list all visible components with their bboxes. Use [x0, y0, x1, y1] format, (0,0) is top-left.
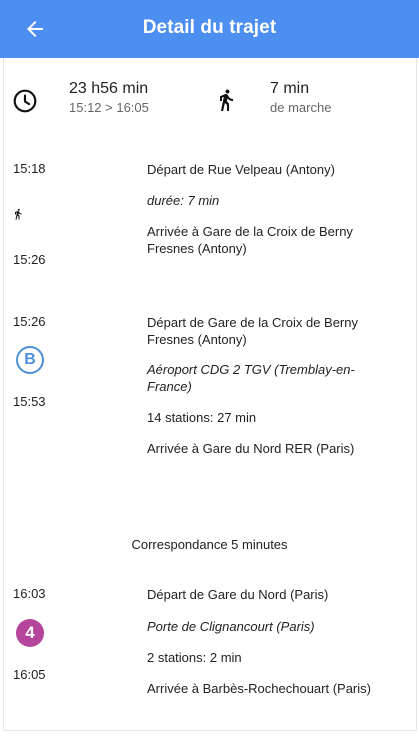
metro-line-badge: 4 [16, 619, 44, 647]
walk-icon [220, 89, 233, 111]
page-title: Detail du trajet [142, 17, 277, 38]
leg-direction: Aéroport CDG 2 TGV (Tremblay-en-France) [147, 362, 355, 394]
leg-arrival: Arrivée à Gare de la Croix de Berny Fres… [147, 224, 353, 256]
walk-icon [15, 208, 22, 220]
trip-times: 15:12 > 16:05 [69, 100, 149, 115]
walk-duration: 7 min [270, 80, 310, 97]
leg-start-time: 15:18 [13, 161, 46, 176]
leg-stops: 2 stations: 2 min [147, 650, 242, 665]
leg-arrival: Arrivée à Gare du Nord RER (Paris) [147, 441, 355, 456]
leg-arrival: Arrivée à Barbès-Rochechouart (Paris) [147, 681, 371, 696]
leg-duration: durée: 7 min [147, 193, 220, 208]
clock-icon [13, 89, 37, 113]
leg-start-time: 16:03 [13, 586, 46, 601]
leg-departure: Départ de Gare de la Croix de Berny Fres… [147, 315, 358, 347]
rer-line-badge: B [16, 346, 44, 374]
walk-label: de marche [270, 100, 332, 115]
leg-end-time: 16:05 [13, 667, 46, 682]
leg-start-time: 15:26 [13, 314, 46, 329]
leg-departure: Départ de Rue Velpeau (Antony) [147, 162, 335, 177]
leg-departure: Départ de Gare du Nord (Paris) [147, 587, 329, 602]
leg-stops: 14 stations: 27 min [147, 410, 257, 425]
leg-direction: Porte de Clignancourt (Paris) [147, 619, 315, 634]
leg-end-time: 15:53 [13, 394, 46, 409]
leg-end-time: 15:26 [13, 252, 46, 267]
total-duration: 23 h56 min [69, 80, 149, 97]
app-bar: Detail du trajet [0, 0, 419, 58]
transfer-info: Correspondance 5 minutes [131, 537, 288, 552]
